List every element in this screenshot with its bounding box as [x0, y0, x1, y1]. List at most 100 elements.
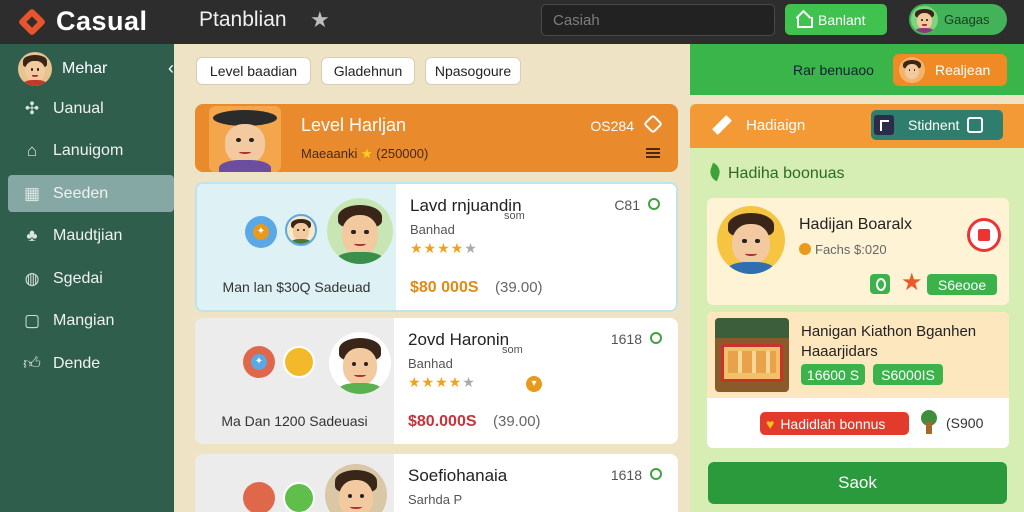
level-banner[interactable]: Level Harljan Maeaanki ★ (250000) OS284	[195, 104, 678, 172]
sidebar-item-label: Mangian	[53, 312, 115, 330]
coin-icon	[799, 243, 811, 255]
home-icon: ⌂	[26, 141, 38, 161]
sidebar-item-maudtjian[interactable]: ♣ Maudtjian	[8, 218, 174, 255]
badge-icon: ✦	[243, 346, 275, 378]
refresh-icon[interactable]	[648, 198, 660, 210]
section-title-text: Hadiha boonuas	[728, 165, 845, 182]
realjean-button-label: Realjean	[935, 62, 991, 78]
card-old-price: (39.00)	[493, 413, 541, 430]
user-avatar	[911, 6, 938, 33]
sidebar-item-label: Maudtjian	[53, 227, 123, 245]
search-input[interactable]	[541, 4, 775, 36]
sidebar-item-seeden[interactable]: ▦ Seeden	[8, 175, 174, 213]
rating-stars: ★★★★★	[408, 374, 476, 390]
banner-code: OS284	[590, 118, 634, 134]
stop-badge-icon[interactable]	[967, 218, 1001, 252]
sidebar-item-uanual[interactable]: ✣ Uanual	[8, 90, 174, 127]
sidebar-item-label: Lanuigom	[53, 142, 124, 160]
sidebar-item-label: Sgedai	[53, 269, 103, 287]
coin-icon: ▾	[526, 376, 542, 392]
offer-avatar	[717, 206, 785, 274]
listing-card[interactable]: ✦ Ma Dan 1200 Sadeuasi 2ovd Haronin som …	[195, 318, 678, 444]
right-panel-bar: Rar benuaoo Realjean	[690, 44, 1024, 95]
card-number: 1618	[610, 467, 642, 483]
menu-icon[interactable]	[646, 148, 660, 158]
save-button[interactable]: Saok	[708, 462, 1007, 504]
refresh-icon[interactable]	[650, 468, 662, 480]
home-button-label: Banlant	[818, 11, 866, 28]
page-title: Ptanblian	[199, 8, 287, 31]
collapse-chevron-icon[interactable]: ‹	[168, 58, 174, 79]
realjean-button[interactable]: Realjean	[893, 54, 1007, 86]
card-subtitle: Banhad	[408, 356, 453, 371]
offer-card[interactable]: Hadijan Boaralx Fachs $:020 ★ S6eooe	[707, 198, 1009, 305]
sidebar-user-name: Mehar	[62, 60, 108, 77]
card-number: 1618	[610, 331, 642, 347]
sidebar-item-mangian[interactable]: ▢ Mangian	[8, 303, 174, 340]
card-right-panel: 2ovd Haronin som Banhad 1618 ★★★★★ ▾ $80…	[394, 318, 678, 444]
user-name: Gaagas	[944, 12, 990, 27]
card-avatar	[329, 332, 391, 394]
offer-subtitle-text: Fachs $:020	[815, 242, 887, 257]
listing-card[interactable]: Soefiohanaia Sarhda P 1618	[195, 454, 678, 512]
student-toggle-label: Stidnent	[908, 117, 960, 133]
card-title: 2ovd Haronin	[408, 330, 510, 349]
pencil-icon	[712, 115, 732, 135]
right-panel: Hadiaign Stidnent Hadiha boonuas	[690, 104, 1024, 512]
sidebar: Mehar ‹ ✣ Uanual ⌂ Lanuigom ▦ Seeden ♣ M…	[0, 44, 174, 512]
star-badge-icon: ★	[901, 269, 923, 296]
bonus-button-label: Hadidlah bonnus	[780, 415, 886, 432]
logo-mark-icon	[17, 7, 47, 36]
bonus-button[interactable]: ♥ Hadidlah bonnus	[760, 412, 909, 435]
leaf-badge-icon	[870, 274, 890, 294]
offer-card[interactable]: Hanigan Kiathon Bganhen Haaarjidars 1660…	[707, 312, 1009, 448]
chat-icon: ◍	[24, 268, 40, 288]
offer-title: Hanigan Kiathon Bganhen Haaarjidars	[801, 323, 977, 360]
sidebar-user[interactable]: Mehar ‹	[18, 52, 174, 86]
card-title: Soefiohanaia	[408, 466, 508, 485]
sidebar-item-label: Uanual	[53, 99, 104, 117]
mini-avatar	[285, 214, 317, 246]
refresh-icon[interactable]	[650, 332, 662, 344]
banner-character	[209, 106, 281, 172]
offer-points: (S900	[946, 415, 984, 431]
card-right-panel: Soefiohanaia Sarhda P 1618	[394, 454, 678, 512]
sidebar-item-dende[interactable]: 👍︎ Dende	[8, 346, 174, 383]
button-avatar	[899, 57, 925, 83]
sidebar-item-label: Seeden	[53, 184, 109, 202]
card-subtitle: Banhad	[410, 222, 455, 237]
listing-card[interactable]: ✦ Man lan $30Q Sadeuad Lavd rnjuandin so…	[195, 182, 678, 312]
banner-title: Level Harljan	[301, 115, 407, 135]
card-left-panel: ✦ Ma Dan 1200 Sadeuasi	[195, 318, 394, 444]
filter-chip-gladehnun[interactable]: Gladehnun	[321, 57, 415, 85]
user-menu[interactable]: Gaagas	[909, 4, 1007, 35]
offer-tag[interactable]: S6eooe	[927, 274, 997, 295]
section-title: Hadiha boonuas	[707, 162, 845, 183]
sidebar-item-sgedai[interactable]: ◍ Sgedai	[8, 260, 174, 297]
offer-tag[interactable]: 16600 S	[801, 364, 865, 385]
sidebar-item-lanuigom[interactable]: ⌂ Lanuigom	[8, 133, 174, 170]
sidebar-nav: ✣ Uanual ⌂ Lanuigom ▦ Seeden ♣ Maudtjian…	[8, 90, 174, 388]
leaf-icon	[283, 482, 315, 512]
club-icon: ♣	[26, 226, 38, 246]
offer-tag[interactable]: S6000IS	[873, 364, 943, 385]
tree-icon	[919, 410, 939, 434]
app-logo[interactable]: Casual	[17, 6, 148, 37]
offer-top: Hanigan Kiathon Bganhen Haaarjidars 1660…	[707, 312, 1009, 398]
student-toggle[interactable]: Stidnent	[871, 110, 1003, 140]
grid-icon: ▦	[23, 183, 41, 203]
sidebar-item-label: Dende	[53, 355, 101, 373]
filter-chip-npasogoure[interactable]: Npasogoure	[425, 57, 521, 85]
rating-stars: ★★★★★	[410, 240, 478, 256]
sidebar-avatar	[18, 52, 52, 86]
top-bar: Casual Ptanblian ★ Banlant Gaagas	[0, 0, 1024, 44]
card-title-sub: som	[502, 344, 523, 356]
home-button[interactable]: Banlant	[785, 4, 887, 35]
calendar-icon: ▢	[23, 311, 41, 331]
favorite-star-icon[interactable]: ★	[310, 7, 330, 33]
card-subtitle: Sarhda P	[408, 492, 463, 507]
card-avatar	[325, 464, 387, 512]
star-icon: ★	[361, 146, 373, 161]
filter-chip-level[interactable]: Level baadian	[196, 57, 311, 85]
diamond-icon	[643, 114, 663, 134]
